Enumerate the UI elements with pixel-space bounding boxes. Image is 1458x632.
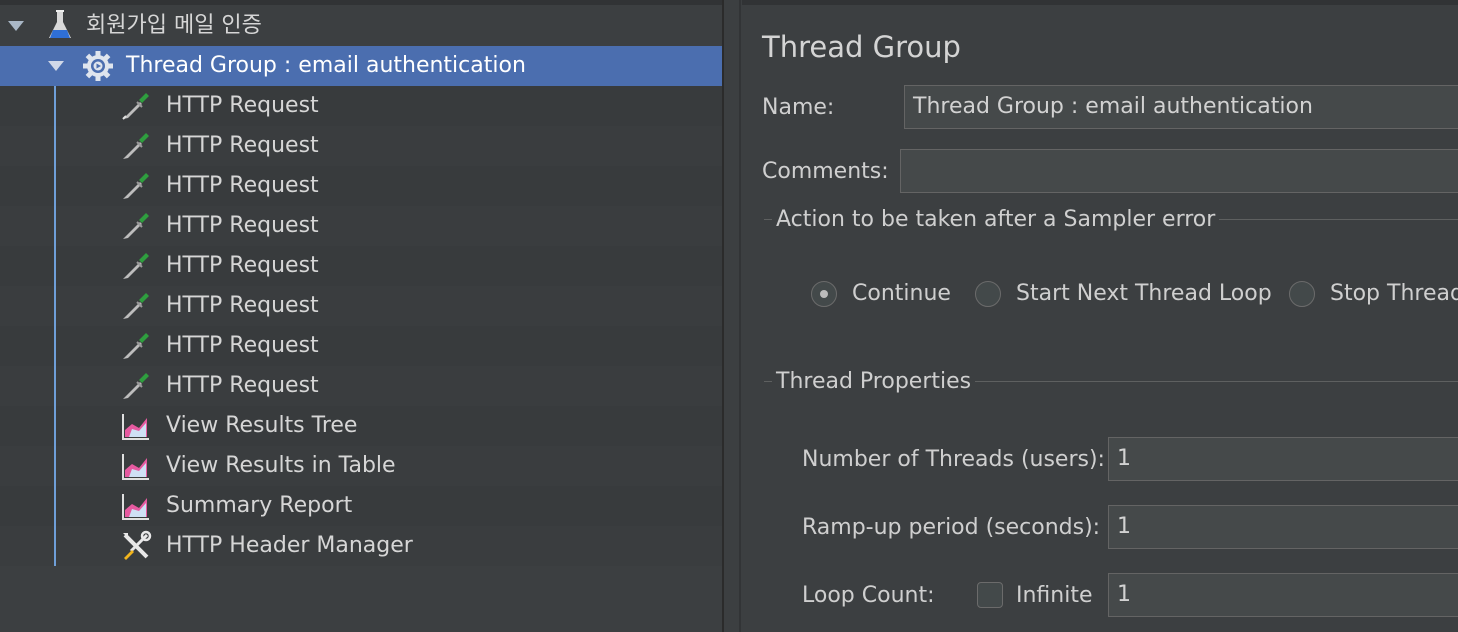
pipette-icon (120, 250, 152, 282)
tree-item-view-results-tree[interactable]: View Results Tree (0, 406, 722, 446)
loop-count-input[interactable]: 1 (1108, 573, 1458, 617)
threads-input[interactable]: 1 (1108, 437, 1458, 481)
tree-item-label: HTTP Request (166, 213, 319, 238)
tree-item-test-plan[interactable]: 회원가입 메일 인증 (0, 6, 722, 46)
tree-item-http-request[interactable]: HTTP Request (0, 126, 722, 166)
comments-label: Comments: (762, 159, 889, 184)
tree-item-http-header-manager[interactable]: HTTP Header Manager (0, 526, 722, 566)
name-field[interactable]: Thread Group : email authentication (904, 85, 1458, 129)
tree-item-label: HTTP Request (166, 293, 319, 318)
tree-item-view-results-in-table[interactable]: View Results in Table (0, 446, 722, 486)
tree-item-label: HTTP Request (166, 133, 319, 158)
splitter-border (739, 0, 741, 632)
listener-chart-icon (120, 450, 152, 482)
tree-item-http-request[interactable]: HTTP Request (0, 206, 722, 246)
pipette-icon (120, 370, 152, 402)
pipette-icon (120, 90, 152, 122)
start-next-thread-loop-label[interactable]: Start Next Thread Loop (1016, 280, 1272, 308)
tree-item-summary-report[interactable]: Summary Report (0, 486, 722, 526)
start-next-thread-loop-radio[interactable] (975, 281, 1001, 307)
tree-item-http-request[interactable]: HTTP Request (0, 246, 722, 286)
test-plan-flask-icon (44, 9, 76, 41)
pipette-icon (120, 210, 152, 242)
loop-count-label: Loop Count: (802, 583, 935, 608)
tree-item-label: HTTP Request (166, 373, 319, 398)
stop-thread-radio[interactable] (1289, 281, 1315, 307)
tree-item-http-request[interactable]: HTTP Request (0, 86, 722, 126)
listener-chart-icon (120, 490, 152, 522)
tree-item-http-request[interactable]: HTTP Request (0, 166, 722, 206)
thread-properties-section-title: Thread Properties (772, 368, 976, 396)
sampler-error-section-title: Action to be taken after a Sampler error (772, 206, 1220, 234)
pipette-icon (120, 170, 152, 202)
tools-wrench-icon (120, 530, 152, 562)
threads-label: Number of Threads (users): (802, 447, 1105, 472)
comments-field[interactable] (900, 149, 1458, 193)
panel-splitter[interactable] (722, 0, 742, 632)
expand-arrow-icon[interactable] (8, 21, 24, 31)
tree-item-label: 회원가입 메일 인증 (86, 13, 262, 38)
expand-arrow-icon[interactable] (48, 61, 64, 71)
tree-item-label: View Results Tree (166, 413, 358, 438)
rampup-label: Ramp-up period (seconds): (802, 515, 1101, 540)
rampup-input[interactable]: 1 (1108, 505, 1458, 549)
tree-item-label: HTTP Request (166, 333, 319, 358)
tree-item-thread-group[interactable]: Thread Group : email authentication (0, 46, 722, 86)
tree-empty-area (0, 566, 722, 632)
tree-item-http-request[interactable]: HTTP Request (0, 366, 722, 406)
tree-item-label: Thread Group : email authentication (126, 53, 526, 78)
tree-item-label: HTTP Request (166, 93, 319, 118)
continue-radio-label[interactable]: Continue (852, 280, 951, 308)
thread-group-editor: Thread Group Name: Thread Group : email … (742, 0, 1458, 632)
tree-top-border (0, 0, 722, 5)
tree-guide-line (54, 86, 56, 566)
editor-top-border (742, 0, 1458, 5)
tree-item-label: HTTP Request (166, 253, 319, 278)
splitter-border (722, 0, 724, 632)
test-plan-tree[interactable]: 회원가입 메일 인증 Thread Group : email authenti… (0, 0, 722, 632)
tree-item-label: HTTP Header Manager (166, 533, 413, 558)
listener-chart-icon (120, 410, 152, 442)
tree-item-label: HTTP Request (166, 173, 319, 198)
infinite-checkbox[interactable] (977, 582, 1003, 608)
continue-radio[interactable] (811, 281, 837, 307)
gear-icon (82, 50, 114, 82)
tree-item-label: Summary Report (166, 493, 353, 518)
pipette-icon (120, 330, 152, 362)
stop-thread-label[interactable]: Stop Thread (1330, 280, 1458, 308)
pipette-icon (120, 290, 152, 322)
tree-item-label: View Results in Table (166, 453, 396, 478)
tree-item-http-request[interactable]: HTTP Request (0, 326, 722, 366)
page-title: Thread Group (762, 30, 961, 64)
tree-item-http-request[interactable]: HTTP Request (0, 286, 722, 326)
name-label: Name: (762, 95, 835, 120)
pipette-icon (120, 130, 152, 162)
infinite-label[interactable]: Infinite (1016, 582, 1093, 610)
